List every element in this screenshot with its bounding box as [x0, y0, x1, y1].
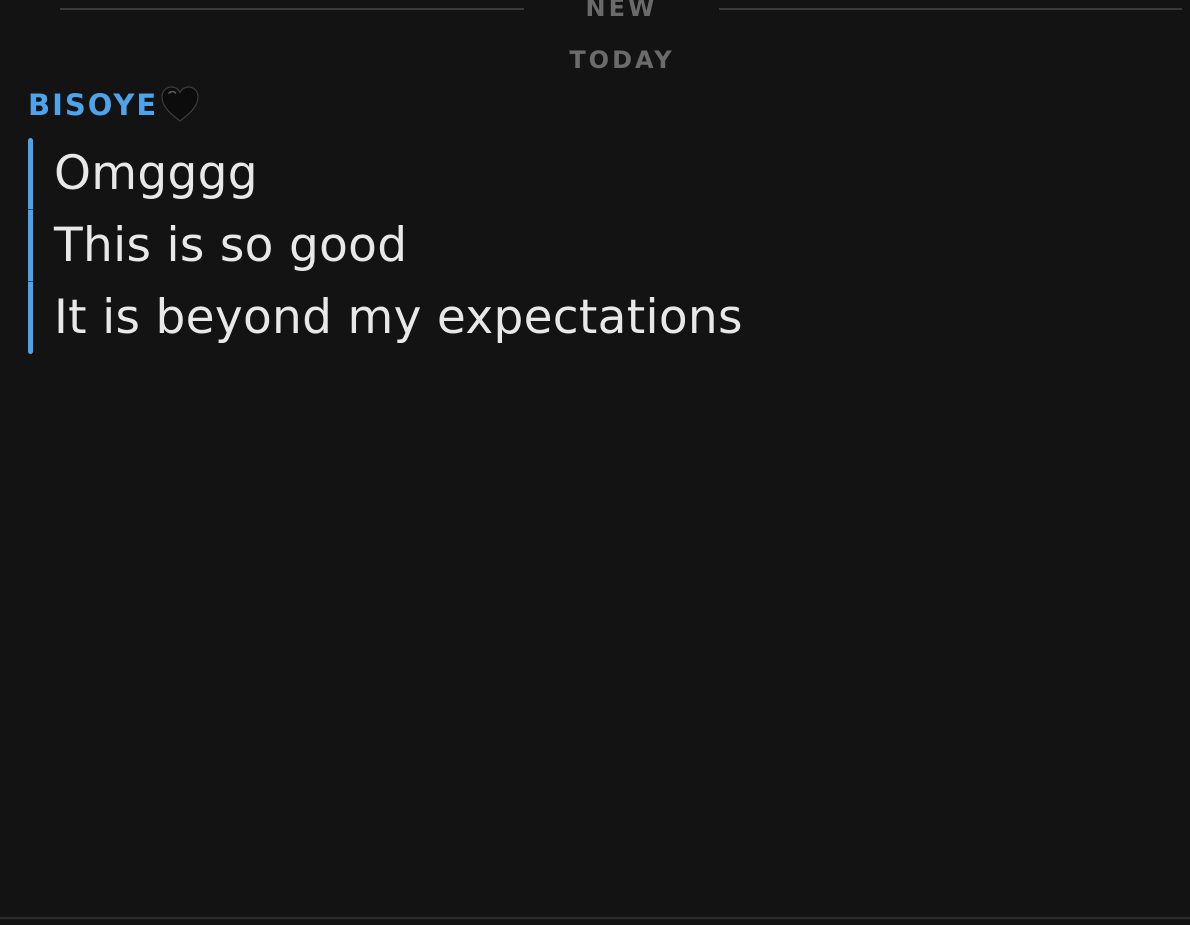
divider-line-left: [60, 8, 524, 10]
message-group: BISOYE Omgggg This is so good It is beyo…: [28, 84, 1158, 354]
new-messages-divider: NEW: [0, 0, 1190, 24]
chat-message[interactable]: Omgggg: [28, 138, 1158, 210]
message-text: It is beyond my expectations: [54, 290, 743, 345]
chat-message[interactable]: It is beyond my expectations: [28, 282, 1158, 354]
date-header: TODAY: [569, 46, 675, 74]
chat-message[interactable]: This is so good: [28, 210, 1158, 282]
message-text: This is so good: [54, 218, 408, 273]
message-list: Omgggg This is so good It is beyond my e…: [28, 138, 1158, 354]
message-accent-bar: [28, 210, 33, 282]
sender-row[interactable]: BISOYE: [28, 84, 1158, 126]
message-accent-bar: [28, 282, 33, 354]
composer-top-border: [0, 917, 1190, 919]
message-accent-bar: [28, 138, 33, 210]
divider-line-right: [719, 8, 1182, 10]
message-text: Omgggg: [54, 146, 258, 201]
black-heart-icon: [160, 85, 200, 125]
new-label: NEW: [585, 0, 658, 22]
sender-name[interactable]: BISOYE: [28, 84, 158, 126]
chat-screen: NEW TODAY BISOYE Omgggg This is so good …: [0, 0, 1190, 925]
